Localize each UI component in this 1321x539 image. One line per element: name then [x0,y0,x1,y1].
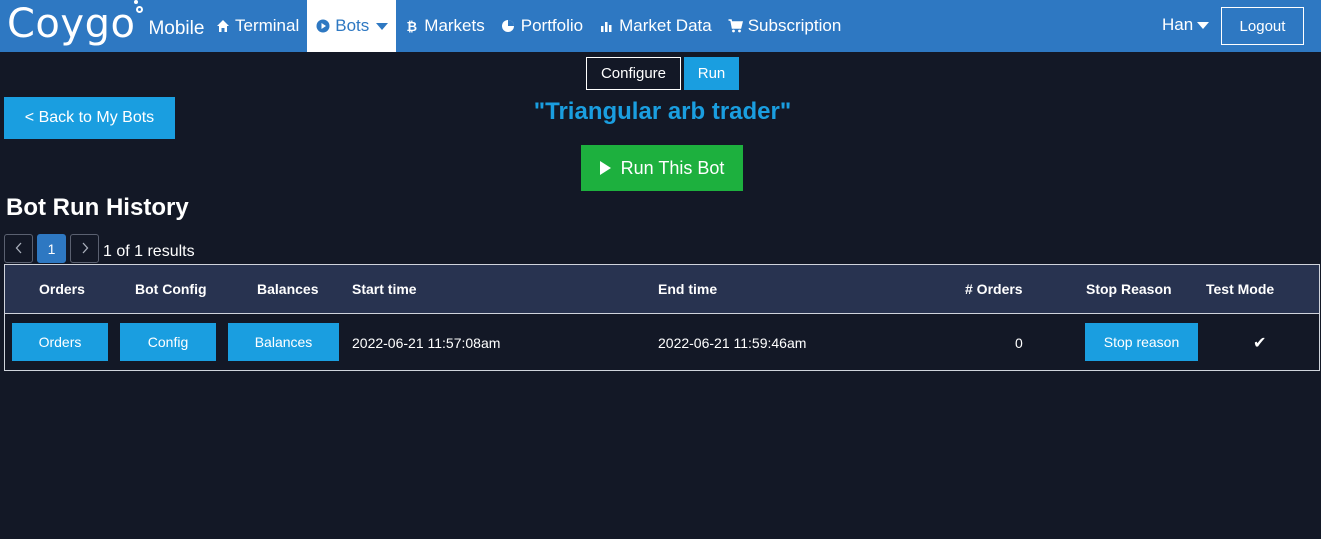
brand-subtitle: Mobile [148,18,205,39]
bar-chart-icon [599,19,614,34]
user-menu[interactable]: Han [1162,15,1210,35]
col-balances: Balances [257,281,319,297]
col-num-orders: # Orders [965,281,1023,297]
chevron-down-icon [1197,21,1210,29]
stop-reason-button[interactable]: Stop reason [1085,323,1198,361]
table-row: Orders Config Balances 2022-06-21 11:57:… [5,313,1319,370]
config-button[interactable]: Config [120,323,216,361]
tab-configure[interactable]: Configure [586,57,681,90]
main-nav: Terminal Bots ₿ Markets Portfolio Market… [207,0,849,52]
user-name: Han [1162,15,1194,34]
end-time-cell: 2022-06-21 11:59:46am [658,334,807,351]
bot-icon [315,19,330,34]
col-stop-reason: Stop Reason [1086,281,1172,297]
col-orders: Orders [39,281,85,297]
orders-button[interactable]: Orders [12,323,108,361]
mode-tabs: Configure Run [586,57,739,90]
checkmark-icon: ✔ [1253,334,1267,352]
col-test-mode: Test Mode [1206,281,1275,297]
table-header: Orders Bot Config Balances Start time En… [5,265,1319,313]
chevron-down-icon [376,22,389,30]
col-start-time: Start time [352,281,417,297]
nav-item-market-data[interactable]: Market Data [591,0,720,52]
tab-run[interactable]: Run [684,57,739,90]
prev-page-button[interactable] [4,234,33,263]
results-summary: 1 of 1 results [103,242,195,260]
logo-dot-ring [136,6,144,13]
bot-title: "Triangular arb trader" [533,98,792,125]
nav-item-bots[interactable]: Bots [307,0,397,52]
brand-logo: Coygo [7,0,144,44]
logo-dot [134,0,139,4]
col-end-time: End time [658,281,718,297]
logout-button[interactable]: Logout [1221,7,1304,45]
top-navbar: Coygo Mobile Terminal Bots ₿ Markets Por… [0,0,1321,52]
bitcoin-icon: ₿ [406,18,418,34]
play-icon [599,161,611,175]
nav-item-subscription[interactable]: Subscription [720,0,850,52]
pagination: 1 1 of 1 results [4,234,195,263]
balances-button[interactable]: Balances [228,323,339,361]
run-history-table: Orders Bot Config Balances Start time En… [4,264,1320,371]
num-orders-cell: 0 [1015,334,1023,351]
next-page-button[interactable] [70,234,99,263]
page-button-1[interactable]: 1 [37,234,66,263]
col-bot-config: Bot Config [135,281,207,297]
nav-item-terminal[interactable]: Terminal [207,0,307,52]
nav-item-portfolio[interactable]: Portfolio [493,0,591,52]
brand[interactable]: Coygo Mobile [7,0,204,52]
pie-chart-icon [501,19,516,34]
run-button-label: Run This Bot [620,157,725,178]
nav-item-markets[interactable]: ₿ Markets [396,0,492,52]
chevron-left-icon [15,241,23,257]
cart-icon [728,19,743,34]
start-time-cell: 2022-06-21 11:57:08am [352,334,501,351]
section-title: Bot Run History [6,194,189,221]
chevron-right-icon [81,241,89,257]
home-icon [215,19,230,34]
run-this-bot-button[interactable]: Run This Bot [581,145,743,191]
